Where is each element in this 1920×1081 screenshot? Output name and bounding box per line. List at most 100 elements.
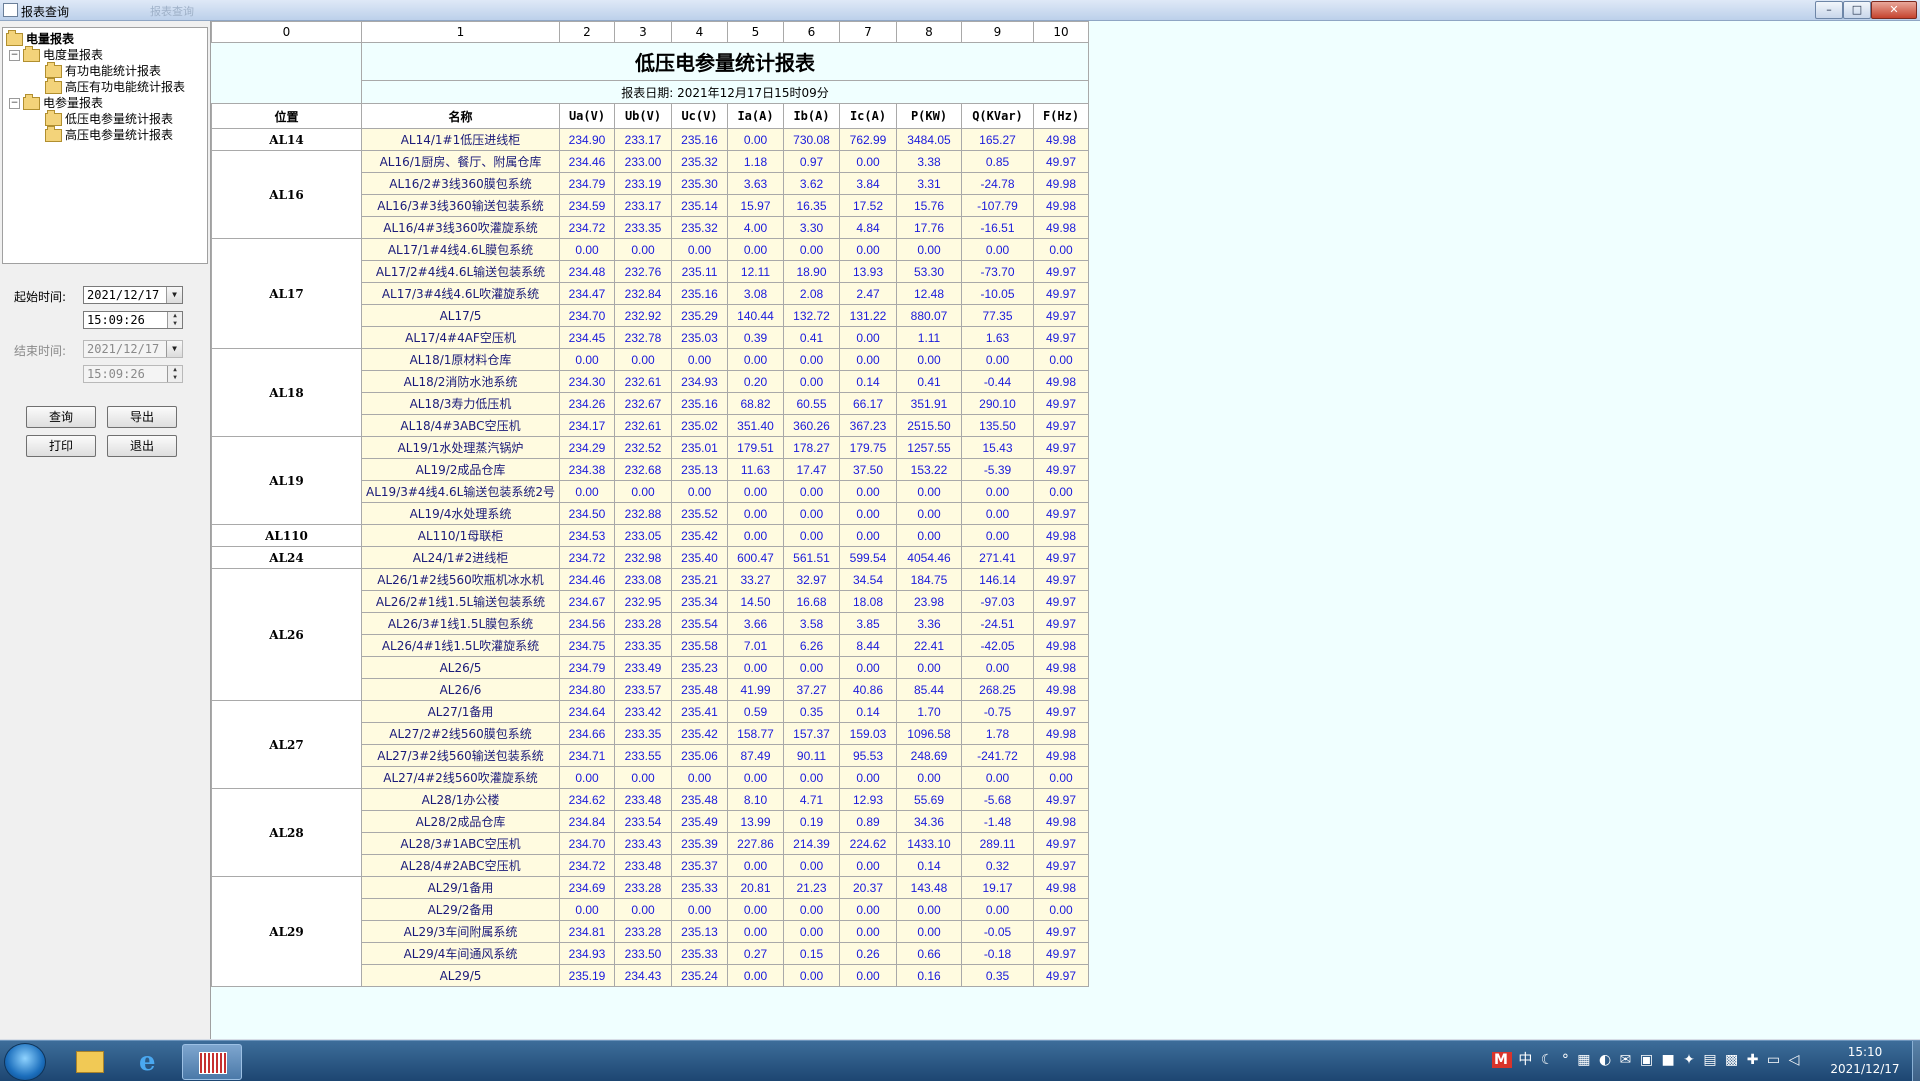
- value-cell[interactable]: 234.71: [559, 744, 615, 767]
- value-cell[interactable]: 0.00: [1033, 766, 1089, 789]
- value-cell[interactable]: 49.97: [1033, 304, 1089, 327]
- name-cell[interactable]: AL29/4车间通风系统: [361, 942, 560, 965]
- value-cell[interactable]: 0.00: [783, 656, 840, 679]
- value-cell[interactable]: 1096.58: [896, 722, 962, 745]
- location-cell[interactable]: AL24: [211, 546, 362, 569]
- value-cell[interactable]: 13.99: [727, 810, 784, 833]
- value-cell[interactable]: 234.66: [559, 722, 615, 745]
- value-cell[interactable]: 234.47: [559, 282, 615, 305]
- value-cell[interactable]: 234.17: [559, 414, 615, 437]
- table-row[interactable]: AL16 AL16/1厨房、餐厅、附属仓库 234.46 233.00 235.32 1.…: [211, 150, 1089, 239]
- value-cell[interactable]: 146.14: [961, 568, 1034, 591]
- value-cell[interactable]: 0.00: [783, 766, 840, 789]
- value-cell[interactable]: 4.00: [727, 216, 784, 239]
- column-number-cell[interactable]: 7: [839, 21, 897, 43]
- start-date-picker[interactable]: 2021/12/17 ▼: [83, 286, 183, 304]
- value-cell[interactable]: 235.39: [671, 832, 728, 855]
- tree-node-energy[interactable]: − 电度量报表: [9, 46, 103, 63]
- value-cell[interactable]: 1.11: [896, 326, 962, 349]
- value-cell[interactable]: 235.16: [671, 128, 728, 151]
- location-cell[interactable]: AL27: [211, 700, 362, 789]
- value-cell[interactable]: 179.51: [727, 436, 784, 459]
- value-cell[interactable]: 0.00: [1033, 238, 1089, 261]
- value-cell[interactable]: 0.00: [783, 348, 840, 371]
- value-cell[interactable]: 40.86: [839, 678, 897, 701]
- column-number-cell[interactable]: 4: [671, 21, 728, 43]
- value-cell[interactable]: 235.24: [671, 964, 728, 987]
- value-cell[interactable]: 880.07: [896, 304, 962, 327]
- value-cell[interactable]: 0.66: [896, 942, 962, 965]
- report-date[interactable]: 报表日期: 2021年12月17日15时09分: [361, 80, 1089, 104]
- value-cell[interactable]: 600.47: [727, 546, 784, 569]
- table-row[interactable]: AL24 AL24/1#2进线柜 234.72 232.98 235.40 600.47 5…: [211, 546, 1089, 569]
- value-cell[interactable]: 234.50: [559, 502, 615, 525]
- column-number-cell[interactable]: 1: [361, 21, 560, 43]
- value-cell[interactable]: 234.79: [559, 172, 615, 195]
- location-cell[interactable]: AL16: [211, 150, 362, 239]
- value-cell[interactable]: 15.97: [727, 194, 784, 217]
- value-cell[interactable]: 0.16: [896, 964, 962, 987]
- name-cell[interactable]: AL28/4#2ABC空压机: [361, 854, 560, 877]
- value-cell[interactable]: 11.63: [727, 458, 784, 481]
- value-cell[interactable]: 730.08: [783, 128, 840, 151]
- value-cell[interactable]: -24.78: [961, 172, 1034, 195]
- value-cell[interactable]: 224.62: [839, 832, 897, 855]
- value-cell[interactable]: 140.44: [727, 304, 784, 327]
- collapse-icon[interactable]: −: [9, 98, 20, 109]
- table-row[interactable]: AL28 AL28/1办公楼 234.62 233.48 235.48 8.10 4.71 1…: [211, 788, 1089, 877]
- blank-cell[interactable]: [211, 42, 362, 81]
- value-cell[interactable]: 143.48: [896, 876, 962, 899]
- chevron-down-icon[interactable]: ▼: [166, 287, 182, 303]
- value-cell[interactable]: 49.98: [1033, 678, 1089, 701]
- value-cell[interactable]: 0.00: [896, 238, 962, 261]
- value-cell[interactable]: -97.03: [961, 590, 1034, 613]
- value-cell[interactable]: 8.44: [839, 634, 897, 657]
- value-cell[interactable]: 0.00: [559, 898, 615, 921]
- value-cell[interactable]: 289.11: [961, 832, 1034, 855]
- ime-language[interactable]: 中: [1518, 1052, 1534, 1068]
- value-cell[interactable]: 235.48: [671, 788, 728, 811]
- value-cell[interactable]: 0.27: [727, 942, 784, 965]
- value-cell[interactable]: 235.16: [671, 392, 728, 415]
- value-cell[interactable]: 49.97: [1033, 832, 1089, 855]
- name-cell[interactable]: AL28/1办公楼: [361, 788, 560, 811]
- value-cell[interactable]: 0.00: [671, 238, 728, 261]
- value-cell[interactable]: -5.39: [961, 458, 1034, 481]
- name-cell[interactable]: AL24/1#2进线柜: [361, 546, 560, 569]
- column-header[interactable]: Ia(A): [727, 103, 784, 129]
- export-button[interactable]: 导出: [107, 406, 177, 428]
- value-cell[interactable]: 234.38: [559, 458, 615, 481]
- value-cell[interactable]: 233.28: [614, 876, 672, 899]
- value-cell[interactable]: 12.48: [896, 282, 962, 305]
- value-cell[interactable]: 0.00: [671, 348, 728, 371]
- table-row[interactable]: AL17 AL17/1#4线4.6L膜包系统 0.00 0.00 0.00 0.00 0.0…: [211, 238, 1089, 349]
- value-cell[interactable]: 233.35: [614, 216, 672, 239]
- name-cell[interactable]: AL26/1#2线560吹瓶机冰水机: [361, 568, 560, 591]
- value-cell[interactable]: 0.00: [783, 524, 840, 547]
- value-cell[interactable]: 1.63: [961, 326, 1034, 349]
- location-cell[interactable]: AL110: [211, 524, 362, 547]
- value-cell[interactable]: 234.59: [559, 194, 615, 217]
- value-cell[interactable]: 234.29: [559, 436, 615, 459]
- name-cell[interactable]: AL27/3#2线560输送包装系统: [361, 744, 560, 767]
- value-cell[interactable]: 234.53: [559, 524, 615, 547]
- value-cell[interactable]: 0.15: [783, 942, 840, 965]
- value-cell[interactable]: 0.00: [783, 480, 840, 503]
- value-cell[interactable]: 0.00: [727, 502, 784, 525]
- value-cell[interactable]: 17.76: [896, 216, 962, 239]
- value-cell[interactable]: 0.97: [783, 150, 840, 173]
- value-cell[interactable]: 0.41: [896, 370, 962, 393]
- value-cell[interactable]: 0.14: [896, 854, 962, 877]
- value-cell[interactable]: 234.79: [559, 656, 615, 679]
- value-cell[interactable]: 22.41: [896, 634, 962, 657]
- name-cell[interactable]: AL17/2#4线4.6L输送包装系统: [361, 260, 560, 283]
- value-cell[interactable]: 21.23: [783, 876, 840, 899]
- value-cell[interactable]: 87.49: [727, 744, 784, 767]
- column-header[interactable]: Q(KVar): [961, 103, 1034, 129]
- value-cell[interactable]: 49.97: [1033, 700, 1089, 723]
- value-cell[interactable]: 66.17: [839, 392, 897, 415]
- value-cell[interactable]: 235.02: [671, 414, 728, 437]
- value-cell[interactable]: 351.91: [896, 392, 962, 415]
- value-cell[interactable]: 131.22: [839, 304, 897, 327]
- value-cell[interactable]: 0.00: [727, 238, 784, 261]
